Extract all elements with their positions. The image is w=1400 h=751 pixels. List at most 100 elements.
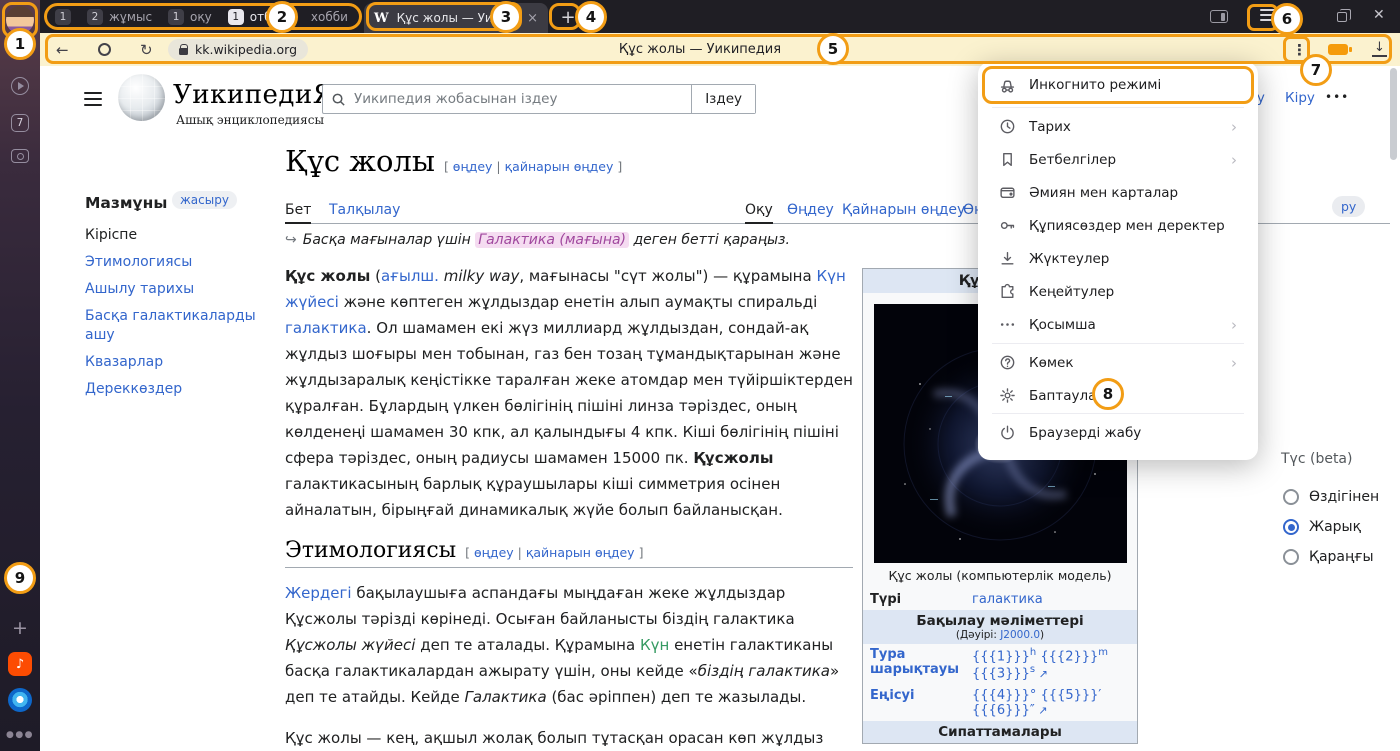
browser-logo-icon[interactable] [8,688,32,712]
tab-group-count: 1 [55,9,71,25]
left-sidebar-rail: 7 + ♪ ●●● [0,0,40,751]
annotation-badge-2: 2 [266,1,298,33]
wiki-search-box[interactable]: Іздеу [322,84,756,114]
yandex-search-icon[interactable] [98,43,111,56]
help-icon [999,354,1016,371]
toc-item-etymology[interactable]: Этимологиясы [85,253,273,272]
annotation-badge-3: 3 [490,1,522,33]
tab-panels-icon[interactable] [1210,10,1228,23]
menu-label: Бетбелгілер [1029,152,1116,168]
wikipedia-favicon: W [374,11,389,26]
menu-item-help[interactable]: Көмек › [986,346,1250,379]
type-label: Түрі [870,592,972,607]
section-edit-links[interactable]: [ өңдеу | қайнарын өңдеу ] [465,545,643,560]
wiki-search-input[interactable] [354,91,691,107]
radio-icon[interactable] [1283,489,1299,505]
menu-item-passwords[interactable]: Құпиясөздер мен деректер [986,209,1250,242]
appearance-hide-button[interactable]: ру [1332,196,1365,217]
article-title-row: Құс жолы [ өңдеу | қайнарын өңдеу ] [285,144,622,178]
menu-item-extensions[interactable]: Кеңейтулер [986,275,1250,308]
tab-groups: 1 2 жұмыс 1 оқу 1 отбасы хобби [48,4,355,30]
type-value-link[interactable]: галактика [972,592,1130,607]
menu-divider [992,343,1244,344]
tab-group-hobby[interactable]: хобби [304,5,355,29]
screenshot-icon[interactable] [11,149,29,163]
menu-item-bookmarks[interactable]: Бетбелгілер › [986,143,1250,176]
annotation-badge-7: 7 [1300,54,1332,86]
menu-item-incognito[interactable]: Инкогнито режимі [986,67,1250,103]
hatnote: ↪Басқа мағыналар үшін Галактика (мағына)… [285,232,853,248]
tab-read[interactable]: Оқу [745,198,773,224]
ra-label-link[interactable]: Тура шарықтауы [870,647,972,682]
tab-page[interactable]: Бет [285,198,311,224]
menu-label: Браузерді жабу [1029,425,1141,441]
rail-more-icon[interactable]: ●●● [6,730,34,740]
annotation-badge-6: 6 [1271,3,1303,35]
radio-selected-icon[interactable] [1283,519,1299,535]
color-option-dark[interactable]: Қараңғы [1283,549,1374,565]
tab-group-study[interactable]: 1 оқу [161,5,219,29]
toc-item-intro[interactable]: Кіріспе [85,226,273,245]
header-more-icon[interactable]: ••• [1325,90,1349,104]
color-beta-label: Түс (beta) [1281,451,1352,467]
toc-title: Мазмұны [85,194,167,212]
kebab-menu-icon[interactable]: ⋮ [1292,41,1307,59]
add-panel-button[interactable]: + [12,618,28,638]
title-edit-links[interactable]: [ өңдеу | қайнарын өңдеу ] [444,159,622,174]
annotation-badge-4: 4 [575,1,607,33]
window-restore-icon[interactable] [1337,12,1347,22]
tab-close-icon[interactable]: × [527,11,538,26]
battery-icon[interactable] [1328,44,1348,55]
scrollbar-thumb[interactable] [1390,68,1397,160]
toc-item-quasars[interactable]: Квазарлар [85,353,273,372]
color-option-auto[interactable]: Өздігінен [1283,489,1379,505]
tab-counter-badge[interactable]: 7 [11,114,29,132]
back-icon[interactable]: ← [56,41,69,59]
toc-item-other-galaxies[interactable]: Басқа галактикаларды ашу [85,307,273,345]
wiki-menu-icon[interactable] [84,92,102,106]
yandex-music-icon[interactable]: ♪ [8,652,32,676]
tab-edit[interactable]: Өңдеу [787,198,834,224]
tab-group-work[interactable]: 2 жұмыс [80,5,159,29]
tab-talk[interactable]: Талқылау [329,198,400,224]
observation-section-header: Бақылау мәліметтері (Дәуірі: J2000.0) [863,610,1137,644]
paragraph-3: Құс жолы — кең, ақшыл жолақ болып тұтасқ… [285,725,853,751]
menu-item-wallet[interactable]: Әмиян мен карталар [986,176,1250,209]
puzzle-icon [999,283,1016,300]
menu-item-more[interactable]: Қосымша › [986,308,1250,341]
incognito-icon [999,77,1016,94]
wikipedia-logo[interactable] [118,74,165,121]
menu-item-quit[interactable]: Браузерді жабу [986,416,1250,449]
dec-label-link[interactable]: Еңісуі [870,688,972,718]
menu-label: Қосымша [1029,317,1096,333]
key-icon [999,217,1016,234]
radio-icon[interactable] [1283,549,1299,565]
menu-label: Көмек [1029,355,1074,371]
play-circle-icon[interactable] [11,77,29,95]
tab-group-label: хобби [311,10,348,24]
window-close-icon[interactable]: ✕ [1373,7,1385,23]
menu-label: Құпиясөздер мен деректер [1029,218,1225,234]
wiki-search-button[interactable]: Іздеу [691,85,755,113]
menu-item-history[interactable]: Тарих › [986,110,1250,143]
menu-item-downloads[interactable]: Жүктеулер [986,242,1250,275]
power-icon [999,424,1016,441]
tab-group-count: 1 [168,9,184,25]
login-link[interactable]: Кіру [1285,90,1315,106]
dec-value[interactable]: {{{4}}}° {{{5}}}′ {{{6}}}″ ↗ [972,688,1130,718]
ra-value[interactable]: {{{1}}}h {{{2}}}m {{{3}}}s ↗ [972,647,1130,682]
url-box[interactable]: kk.wikipedia.org [168,39,308,60]
download-icon[interactable]: ↓ [1372,40,1387,57]
toc-item-discovery[interactable]: Ашылу тарихы [85,280,273,299]
menu-divider [992,413,1244,414]
tab-group-1[interactable]: 1 [48,5,78,29]
paragraph-1: Құс жолы (ағылш. milky way, мағынасы "сү… [285,263,853,523]
tab-group-label: жұмыс [109,10,152,24]
color-option-light[interactable]: Жарық [1283,519,1361,535]
wikipedia-wordmark[interactable]: УикипедиЯ [173,80,334,110]
tab-edit-source[interactable]: Қайнарын өңдеу [842,198,965,224]
toc-item-references[interactable]: Дереккөздер [85,380,273,399]
refresh-icon[interactable]: ↻ [140,41,153,59]
toc-hide-link[interactable]: жасыру [172,191,237,209]
url-text: kk.wikipedia.org [195,42,297,57]
